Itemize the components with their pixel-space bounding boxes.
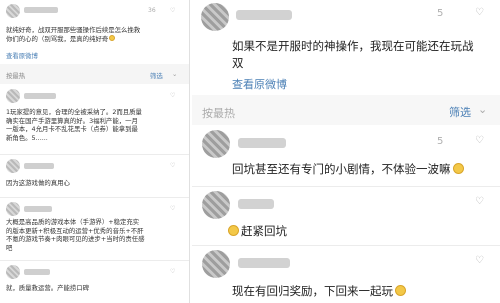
list-item: ♡ 赶紧回坑	[192, 187, 500, 245]
avatar[interactable]	[6, 202, 20, 216]
comment-line: 一版本，4允月卡不乱花黑卡（点券）能拿到最	[6, 125, 138, 134]
comment-line: 就纯好奇，战双开服那些骚操作后续是怎么挽救	[6, 26, 141, 34]
comment-line: 就，质量救运营。产能捞口碑	[6, 284, 90, 292]
avatar[interactable]	[6, 4, 20, 18]
comment-text: 现在有回归奖励，下回来一起玩	[232, 283, 498, 300]
like-icon[interactable]: ♡	[170, 7, 175, 14]
comment-line: 1玩家提的意见，合理的全被采纳了。2而且质量	[6, 108, 142, 116]
avatar[interactable]	[202, 250, 230, 278]
top-comment-card: 36 ♡ 就纯好奇，战双开服那些骚操作后续是怎么挽救 你们的心的（别骂我，是真的…	[0, 0, 189, 64]
avatar[interactable]	[6, 159, 20, 173]
list-item: ♡ 1玩家提的意见，合理的全被采纳了。2而且质量 确实在国产手游里算真的好。3福…	[0, 84, 189, 154]
list-item: ♡ 大概是高品质的游戏本体（手游界）+稳定充实 的版本更新+积极互动的运营+优秀…	[0, 198, 189, 260]
list-item: ♡ 因为这游戏做的真用心	[0, 155, 189, 197]
sort-bar: 按最热 筛选 ⌄	[192, 101, 500, 123]
filter-button[interactable]: 筛选	[449, 104, 471, 120]
sort-hot-label[interactable]: 按最热	[6, 71, 25, 80]
comment-line: 你们的心的（别骂我，是真的纯好奇	[6, 34, 188, 44]
sort-bar: 按最热 筛选 ⌄	[0, 69, 189, 81]
chevron-down-icon[interactable]: ⌄	[172, 70, 177, 78]
like-icon[interactable]: ♡	[170, 268, 175, 275]
comment-line: 的版本更新+积极互动的运营+优秀的音乐+不肝	[6, 226, 144, 235]
avatar[interactable]	[6, 265, 20, 279]
username-blurred[interactable]	[238, 258, 290, 268]
comment-line: 吧	[6, 243, 13, 252]
comment-line: 新角色。5......	[6, 133, 48, 142]
emoji-grin-icon	[395, 285, 406, 296]
emoji-grin-icon	[228, 225, 239, 236]
username-blurred[interactable]	[24, 7, 58, 13]
avatar[interactable]	[201, 3, 229, 31]
comment-line: 如果不是开服时的神操作，我现在可能还在玩战	[232, 39, 474, 53]
like-count: 5	[437, 8, 444, 19]
comment-text: 如果不是开服时的神操作，我现在可能还在玩战 双	[232, 38, 496, 72]
like-count: 5	[437, 136, 444, 147]
like-icon[interactable]: ♡	[475, 255, 484, 266]
username-blurred[interactable]	[236, 10, 292, 20]
like-icon[interactable]: ♡	[170, 162, 175, 169]
username-blurred[interactable]	[238, 138, 286, 148]
list-item: ♡ 现在有回归奖励，下回来一起玩	[192, 246, 500, 303]
comment-line: 因为这游戏做的真用心	[6, 179, 70, 187]
left-screenshot-panel: 36 ♡ 就纯好奇，战双开服那些骚操作后续是怎么挽救 你们的心的（别骂我，是真的…	[0, 0, 190, 303]
like-icon[interactable]: ♡	[170, 205, 175, 212]
like-count: 36	[148, 7, 156, 14]
comment-text: 大概是高品质的游戏本体（手游界）+稳定充实 的版本更新+积极互动的运营+优秀的音…	[6, 218, 188, 252]
chevron-down-icon[interactable]: ⌄	[478, 103, 487, 116]
comment-line: 大概是高品质的游戏本体（手游界）+稳定充实	[6, 218, 140, 226]
avatar[interactable]	[6, 89, 20, 103]
username-blurred[interactable]	[238, 199, 274, 209]
emoji-grin-icon	[452, 163, 464, 174]
filter-button[interactable]: 筛选	[150, 71, 163, 80]
like-icon[interactable]: ♡	[170, 92, 175, 99]
username-blurred[interactable]	[24, 269, 50, 275]
comment-text: 因为这游戏做的真用心	[6, 179, 188, 188]
comment-text: 就，质量救运营。产能捞口碑	[6, 284, 188, 293]
username-blurred[interactable]	[24, 163, 54, 169]
comment-line: 双	[232, 56, 244, 70]
list-item: 5 ♡ 回坑甚至还有专门的小剧情，不体验一波嘛	[192, 125, 500, 186]
sort-hot-label[interactable]: 按最热	[202, 105, 235, 121]
like-icon[interactable]: ♡	[475, 7, 484, 18]
emoji-grin-icon	[109, 34, 116, 41]
list-item: ♡ 就，质量救运营。产能捞口碑	[0, 261, 189, 303]
avatar[interactable]	[202, 130, 230, 158]
like-icon[interactable]: ♡	[475, 196, 484, 207]
username-blurred[interactable]	[24, 93, 56, 99]
comment-line: 确实在国产手游里算真的好。3福利产能，一月	[6, 116, 138, 125]
like-icon[interactable]: ♡	[475, 135, 484, 146]
comment-text: 就纯好奇，战双开服那些骚操作后续是怎么挽救 你们的心的（别骂我，是真的纯好奇	[6, 26, 188, 43]
comment-text: 回坑甚至还有专门的小剧情，不体验一波嘛	[232, 161, 498, 178]
comment-line: 不氪的游戏节奏+肉眼可见的进步+当时的责任感	[6, 235, 145, 244]
username-blurred[interactable]	[24, 206, 52, 212]
right-screenshot-panel: 5 ♡ 如果不是开服时的神操作，我现在可能还在玩战 双 查看原微博 按最热 筛选…	[192, 0, 500, 303]
view-original-weibo-link[interactable]: 查看原微博	[232, 76, 287, 92]
avatar[interactable]	[202, 191, 230, 219]
comment-text: 赶紧回坑	[228, 223, 494, 240]
top-comment-card: 5 ♡ 如果不是开服时的神操作，我现在可能还在玩战 双 查看原微博	[192, 0, 500, 95]
view-original-weibo-link[interactable]: 查看原微博	[6, 51, 38, 60]
comment-text: 1玩家提的意见，合理的全被采纳了。2而且质量 确实在国产手游里算真的好。3福利产…	[6, 108, 188, 142]
